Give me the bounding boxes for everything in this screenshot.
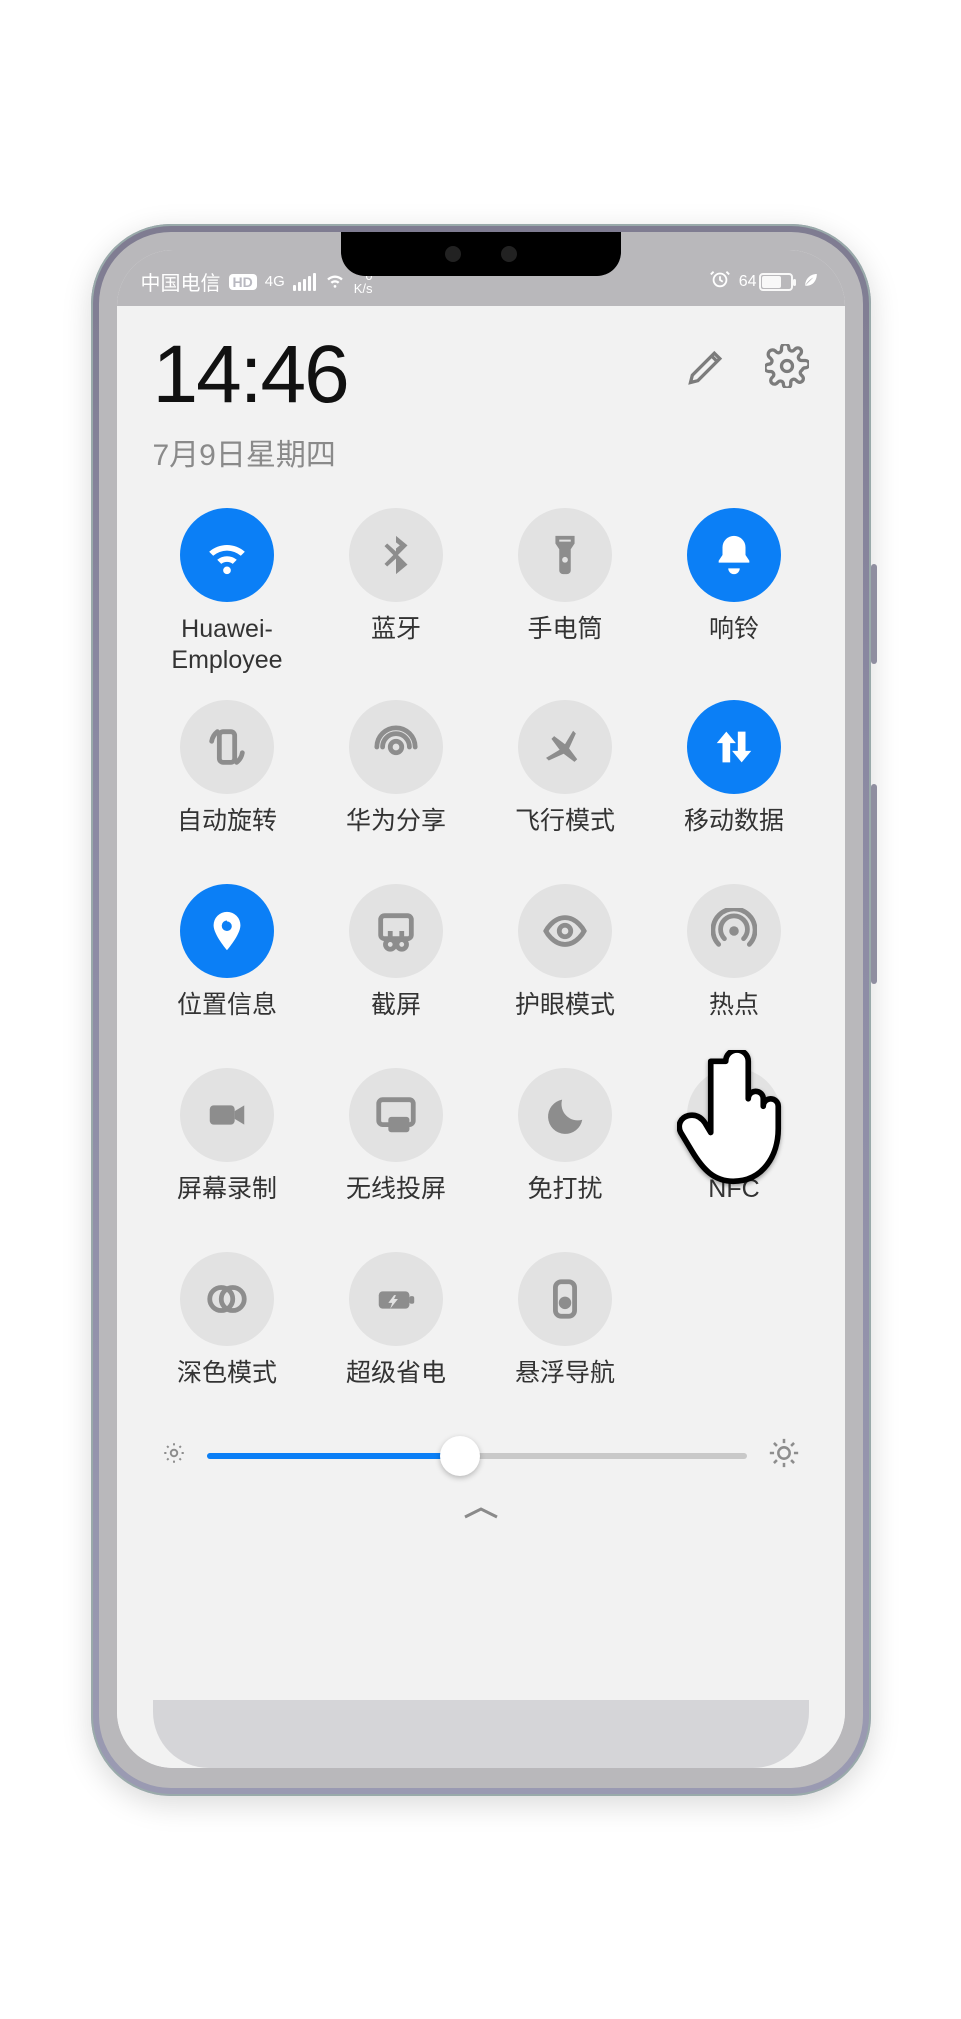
tile-wifi[interactable]: Huawei-Employee	[153, 508, 302, 677]
tile-label: 位置信息	[177, 990, 277, 1021]
battery-percent: 64	[739, 273, 757, 291]
mobile-data-icon[interactable]	[687, 700, 781, 794]
tile-label: NFC	[708, 1174, 759, 1205]
tile-airplane[interactable]: 飞行模式	[491, 700, 640, 860]
airplane-icon[interactable]	[518, 700, 612, 794]
tile-label: 飞行模式	[515, 806, 615, 837]
dnd-icon[interactable]	[518, 1068, 612, 1162]
nfc-icon[interactable]	[687, 1068, 781, 1162]
tile-label: 悬浮导航	[515, 1358, 615, 1389]
wifi-icon[interactable]	[180, 508, 274, 602]
screen: 中国电信 HD 4G 0 K/s	[117, 250, 845, 1768]
brightness-track[interactable]	[207, 1453, 747, 1459]
brightness-thumb[interactable]	[440, 1436, 480, 1476]
tile-label: 无线投屏	[346, 1174, 446, 1205]
tile-label: 深色模式	[177, 1358, 277, 1389]
signal-icon	[293, 273, 316, 291]
leaf-icon	[801, 269, 821, 295]
rotate-icon[interactable]	[180, 700, 274, 794]
screenshot-icon[interactable]	[349, 884, 443, 978]
battery-icon[interactable]	[349, 1252, 443, 1346]
float-nav-icon[interactable]	[518, 1252, 612, 1346]
tile-bluetooth[interactable]: 蓝牙	[322, 508, 471, 677]
location-icon[interactable]	[180, 884, 274, 978]
volume-button	[871, 784, 877, 984]
tile-label: 免打扰	[527, 1174, 602, 1205]
dark-icon[interactable]	[180, 1252, 274, 1346]
tile-nfc[interactable]: NFC	[660, 1068, 809, 1228]
phone-inner: 中国电信 HD 4G 0 K/s	[99, 232, 863, 1788]
brightness-high-icon	[767, 1436, 801, 1475]
settings-icon[interactable]	[765, 344, 809, 388]
phone-frame: 中国电信 HD 4G 0 K/s	[91, 224, 871, 1796]
tile-dark[interactable]: 深色模式	[153, 1252, 302, 1412]
tile-dnd[interactable]: 免打扰	[491, 1068, 640, 1228]
tile-mobile-data[interactable]: 移动数据	[660, 700, 809, 860]
tile-share[interactable]: 华为分享	[322, 700, 471, 860]
clock-date: 7月9日星期四	[153, 430, 348, 474]
nav-bar-placeholder	[153, 1700, 809, 1768]
tile-eye[interactable]: 护眼模式	[491, 884, 640, 1044]
bell-icon[interactable]	[687, 508, 781, 602]
brightness-low-icon	[161, 1440, 187, 1471]
tile-label: 截屏	[371, 990, 421, 1021]
tile-label: 移动数据	[684, 806, 784, 837]
tile-location[interactable]: 位置信息	[153, 884, 302, 1044]
brightness-slider[interactable]	[153, 1436, 809, 1475]
record-icon[interactable]	[180, 1068, 274, 1162]
edit-icon[interactable]	[685, 344, 729, 388]
tile-hotspot[interactable]: 热点	[660, 884, 809, 1044]
tile-label: 超级省电	[346, 1358, 446, 1389]
tile-screenshot[interactable]: 截屏	[322, 884, 471, 1044]
hd-icon: HD	[229, 274, 257, 290]
tile-bell[interactable]: 响铃	[660, 508, 809, 677]
wifi-status-icon	[324, 268, 346, 296]
tiles-grid: Huawei-Employee 蓝牙 手电筒 响铃自动旋转 华为分享 飞行模式 移动数据位置…	[153, 508, 809, 1413]
tile-label: 华为分享	[346, 806, 446, 837]
alarm-icon	[709, 268, 731, 296]
tile-rotate[interactable]: 自动旋转	[153, 700, 302, 860]
cast-icon[interactable]	[349, 1068, 443, 1162]
tile-cast[interactable]: 无线投屏	[322, 1068, 471, 1228]
flashlight-icon[interactable]	[518, 508, 612, 602]
tile-flashlight[interactable]: 手电筒	[491, 508, 640, 677]
tile-label: 热点	[709, 990, 759, 1021]
tile-record[interactable]: 屏幕录制	[153, 1068, 302, 1228]
bluetooth-icon[interactable]	[349, 508, 443, 602]
tile-battery[interactable]: 超级省电	[322, 1252, 471, 1412]
tile-label: 蓝牙	[371, 614, 421, 645]
quick-settings-panel: 14:46 7月9日星期四 Huawei-Employee 蓝牙 手电筒 响铃自动旋转…	[117, 306, 845, 1768]
tile-label: 响铃	[709, 614, 759, 645]
eye-icon[interactable]	[518, 884, 612, 978]
battery-indicator: 64	[739, 273, 793, 291]
tile-label: 手电筒	[527, 614, 602, 645]
tile-float-nav[interactable]: 悬浮导航	[491, 1252, 640, 1412]
collapse-handle-icon[interactable]	[451, 1505, 511, 1521]
share-icon[interactable]	[349, 700, 443, 794]
tile-label: 屏幕录制	[177, 1174, 277, 1205]
power-button	[871, 564, 877, 664]
clock-time: 14:46	[153, 334, 348, 416]
tile-label: 护眼模式	[515, 990, 615, 1021]
tile-label: 自动旋转	[177, 806, 277, 837]
network-gen: 4G	[265, 273, 285, 290]
display-notch	[341, 232, 621, 276]
hotspot-icon[interactable]	[687, 884, 781, 978]
tile-label: Huawei-Employee	[153, 614, 302, 677]
carrier-label: 中国电信	[141, 267, 221, 296]
